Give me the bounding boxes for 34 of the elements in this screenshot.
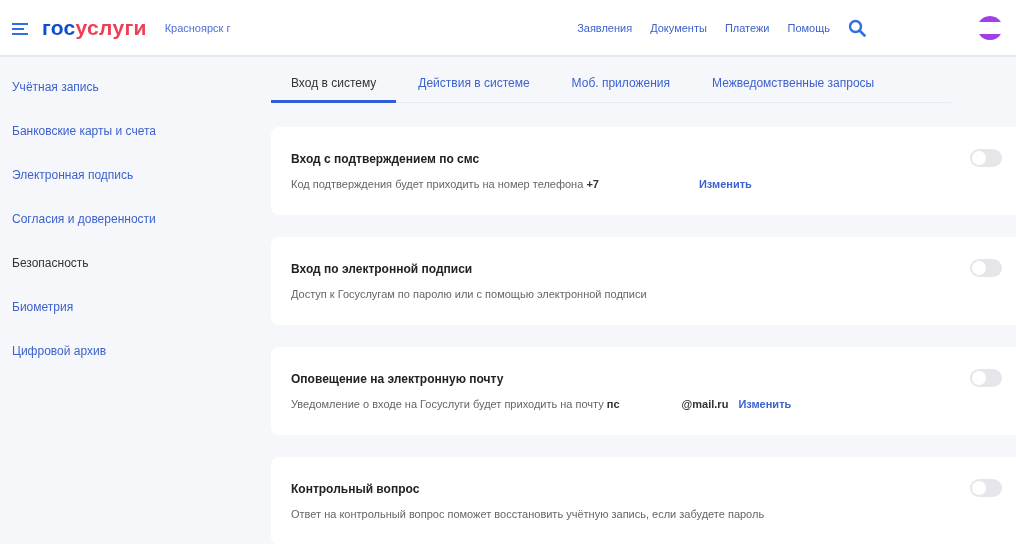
nav-link[interactable]: Заявления [577, 21, 633, 34]
tab[interactable]: Вход в систему [271, 71, 397, 103]
nav-link[interactable]: Платежи [724, 21, 770, 34]
tab[interactable]: Моб. приложения [551, 71, 691, 103]
card-description: Код подтверждения будет приходить на номер телефона +7 [291, 178, 599, 190]
sidebar-item[interactable]: Электронная подпись [0, 166, 260, 184]
card-description: Уведомление о входе на Госуслуги будет приходить на почту пс [291, 398, 620, 410]
tab[interactable]: Действия в системе [398, 71, 550, 103]
sidebar-item[interactable]: Учётная запись [0, 78, 260, 96]
card-title: Оповещение на электронную почту [291, 372, 505, 386]
card-description: Ответ на контрольный вопрос поможет восстановить учётную запись, если забудете пароль [291, 508, 765, 520]
tab[interactable]: Межведомственные запросы [692, 71, 895, 103]
card-title: Контрольный вопрос [291, 482, 421, 496]
card-title: Вход с подтверждением по смс [291, 152, 481, 166]
change-link[interactable]: Изменить [738, 398, 792, 410]
email-domain: @mail.ru [681, 398, 729, 410]
city-link[interactable]: Красноярск г [164, 21, 231, 34]
toggle-switch[interactable] [970, 149, 1002, 167]
search-icon[interactable] [848, 18, 866, 37]
sidebar-item[interactable]: Согласия и доверенности [0, 210, 260, 228]
sidebar-item[interactable]: Банковские карты и счета [0, 122, 260, 140]
card-title: Вход по электронной подписи [291, 262, 474, 276]
sidebar-item[interactable]: Цифровой архив [0, 342, 260, 360]
menu-icon[interactable] [12, 22, 28, 35]
card-description: Доступ к Госуслугам по паролю или с помощью электронной подписи [291, 288, 647, 300]
nav-link[interactable]: Помощь [787, 21, 830, 34]
nav-link[interactable]: Документы [650, 21, 707, 34]
toggle-switch[interactable] [970, 259, 1002, 277]
toggle-switch[interactable] [970, 479, 1002, 497]
toggle-switch[interactable] [970, 369, 1002, 387]
logo[interactable]: госуслуги [42, 15, 147, 40]
sidebar-item[interactable]: Безопасность [0, 254, 260, 272]
sidebar-item[interactable]: Биометрия [0, 298, 260, 316]
change-link[interactable]: Изменить [698, 178, 752, 190]
